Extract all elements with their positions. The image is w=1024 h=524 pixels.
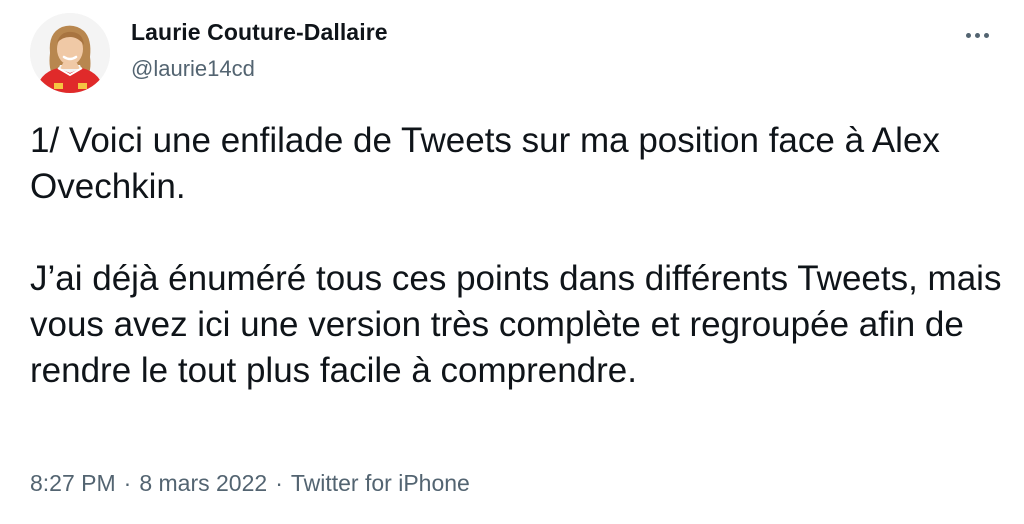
tweet-paragraph: J’ai déjà énuméré tous ces points dans d… <box>30 259 1002 390</box>
tweet-date[interactable]: 8 mars 2022 <box>139 470 267 496</box>
avatar-image <box>30 13 110 93</box>
tweet-paragraph: 1/ Voici une enfilade de Tweets sur ma p… <box>30 121 940 206</box>
meta-separator: · <box>275 470 283 496</box>
tweet-text: 1/ Voici une enfilade de Tweets sur ma p… <box>30 118 1005 394</box>
tweet-time[interactable]: 8:27 PM <box>30 470 116 496</box>
meta-separator: · <box>123 470 132 496</box>
author-name[interactable]: Laurie Couture-Dallaire <box>131 19 388 46</box>
tweet-card: Laurie Couture-Dallaire @laurie14cd 1/ V… <box>0 0 1024 524</box>
more-options-button[interactable] <box>957 20 997 50</box>
author-handle[interactable]: @laurie14cd <box>131 56 255 82</box>
more-horizontal-icon <box>983 32 989 38</box>
more-horizontal-icon <box>965 32 971 38</box>
tweet-source[interactable]: Twitter for iPhone <box>291 470 470 496</box>
tweet-metadata: 8:27 PM · 8 mars 2022 · Twitter for iPhone <box>30 470 470 497</box>
author-avatar[interactable] <box>30 13 110 93</box>
more-horizontal-icon <box>974 32 980 38</box>
